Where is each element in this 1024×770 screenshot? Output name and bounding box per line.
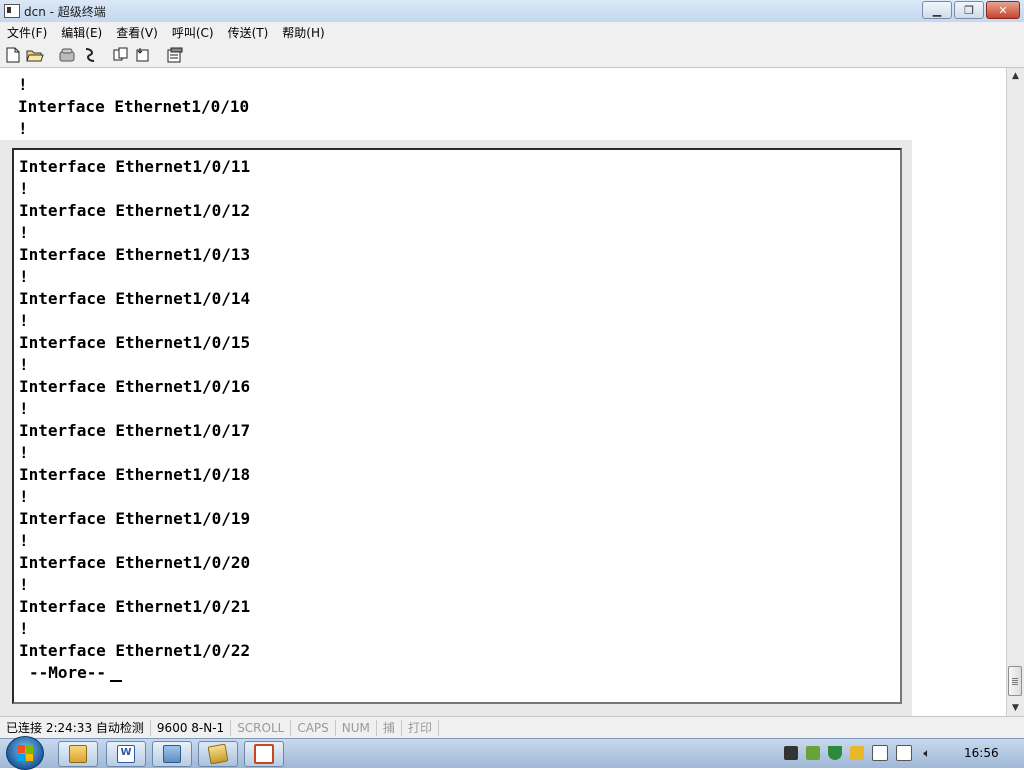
- scroll-up-icon[interactable]: ▲: [1007, 68, 1024, 84]
- menu-edit[interactable]: 编辑(E): [54, 24, 109, 41]
- menu-bar: 文件(F) 编辑(E) 查看(V) 呼叫(C) 传送(T) 帮助(H): [0, 22, 1024, 42]
- taskbar-explorer[interactable]: [58, 741, 98, 767]
- terminal-line: Interface Ethernet1/0/19: [19, 509, 251, 528]
- taskbar-files[interactable]: [152, 741, 192, 767]
- terminal-line: Interface Ethernet1/0/21: [19, 597, 251, 616]
- terminal-line: !: [19, 399, 29, 418]
- restore-button[interactable]: ❐: [954, 1, 984, 19]
- vertical-scrollbar[interactable]: ▲ ▼: [1006, 68, 1024, 716]
- menu-help[interactable]: 帮助(H): [275, 24, 331, 41]
- terminal-line: !: [19, 179, 29, 198]
- scroll-thumb[interactable]: [1008, 666, 1022, 696]
- terminal-output: Interface Ethernet1/0/11! Interface Ether…: [19, 156, 250, 684]
- menu-view[interactable]: 查看(V): [109, 24, 165, 41]
- minimize-button[interactable]: ▁: [922, 1, 952, 19]
- properties-icon[interactable]: [166, 46, 184, 64]
- hyperterminal-task-icon: [207, 743, 229, 765]
- status-baud: 9600 8-N-1: [151, 719, 232, 736]
- taskbar-hyperterminal[interactable]: [198, 741, 238, 767]
- minimize-icon: ▁: [932, 3, 942, 17]
- toolbar: [0, 42, 1024, 68]
- terminal-line: !: [18, 75, 28, 94]
- detect-mode: 自动检测: [95, 720, 144, 735]
- close-icon: ✕: [998, 3, 1008, 17]
- terminal-line: !: [19, 355, 29, 374]
- terminal-line: !: [19, 311, 29, 330]
- word-icon: W: [117, 745, 135, 763]
- terminal-line: !: [19, 531, 29, 550]
- menu-call[interactable]: 呼叫(C): [165, 24, 221, 41]
- taskbar-presentation[interactable]: [244, 741, 284, 767]
- hyperterminal-icon[interactable]: [4, 4, 20, 18]
- status-scroll: SCROLL: [231, 719, 292, 736]
- system-tray: 🔈︎: [784, 745, 934, 761]
- terminal-line: Interface Ethernet1/0/14: [19, 289, 251, 308]
- status-num: NUM: [336, 719, 377, 736]
- status-connection: 已连接 2:24:33 自动检测: [0, 719, 151, 736]
- terminal-line: Interface Ethernet1/0/13: [19, 245, 251, 264]
- file-cabinet-icon: [163, 745, 181, 763]
- new-file-icon[interactable]: [4, 46, 22, 64]
- restore-icon: ❐: [964, 3, 974, 17]
- more-prompt: --More--: [19, 662, 250, 684]
- taskbar: W 🔈︎ 16:56: [0, 736, 1024, 770]
- status-caps: CAPS: [291, 719, 336, 736]
- call-icon[interactable]: [58, 46, 76, 64]
- terminal-line: Interface Ethernet1/0/22: [19, 641, 251, 660]
- terminal-line: Interface Ethernet1/0/16: [19, 377, 251, 396]
- terminal-line: Interface Ethernet1/0/15: [19, 333, 251, 352]
- receive-icon[interactable]: [134, 46, 152, 64]
- flag-icon[interactable]: [872, 745, 888, 761]
- terminal-line: Interface Ethernet1/0/12: [19, 201, 251, 220]
- terminal-line: !: [19, 223, 29, 242]
- taskbar-word[interactable]: W: [106, 741, 146, 767]
- terminal-line: !: [19, 619, 29, 638]
- close-button[interactable]: ✕: [986, 1, 1020, 19]
- send-icon[interactable]: [112, 46, 130, 64]
- terminal-area[interactable]: ! Interface Ethernet1/0/10! Interface Eth…: [0, 68, 1006, 716]
- more-prompt-text: --More--: [29, 663, 107, 682]
- status-capture: 捕: [377, 719, 402, 736]
- film-icon[interactable]: [784, 746, 798, 760]
- title-bar[interactable]: dcn - 超级终端 ▁ ❐ ✕: [0, 0, 1024, 23]
- menu-transfer[interactable]: 传送(T): [221, 24, 276, 41]
- menu-file[interactable]: 文件(F): [0, 24, 54, 41]
- terminal-screen[interactable]: Interface Ethernet1/0/11! Interface Ether…: [12, 148, 902, 704]
- terminal-line: !: [19, 575, 29, 594]
- terminal-line: Interface Ethernet1/0/18: [19, 465, 251, 484]
- terminal-line: Interface Ethernet1/0/11: [19, 157, 251, 176]
- folder-icon: [69, 745, 87, 763]
- terminal-line: !: [18, 119, 28, 138]
- security-icon[interactable]: [850, 746, 864, 760]
- text-cursor: [110, 680, 123, 682]
- terminal-line: Interface Ethernet1/0/20: [19, 553, 251, 572]
- terminal-line: !: [19, 487, 29, 506]
- shield-icon[interactable]: [828, 746, 842, 760]
- volume-icon[interactable]: 🔈︎: [920, 746, 934, 760]
- open-folder-icon[interactable]: [26, 46, 44, 64]
- windows-logo-icon: [17, 745, 33, 761]
- scroll-down-icon[interactable]: ▼: [1007, 700, 1024, 716]
- clock[interactable]: 16:56: [964, 746, 999, 760]
- connection-time: 已连接 2:24:33: [6, 720, 93, 735]
- window-controls: ▁ ❐ ✕: [922, 1, 1020, 19]
- terminal-line: !: [19, 443, 29, 462]
- terminal-line: Interface Ethernet1/0/10: [18, 97, 250, 116]
- status-print: 打印: [402, 719, 439, 736]
- presentation-icon: [254, 744, 274, 764]
- network-icon[interactable]: [896, 745, 912, 761]
- window-title: dcn - 超级终端: [24, 5, 106, 19]
- terminal-line: !: [19, 267, 29, 286]
- nvidia-icon[interactable]: [806, 746, 820, 760]
- terminal-line: Interface Ethernet1/0/17: [19, 421, 251, 440]
- disconnect-icon[interactable]: [80, 46, 98, 64]
- status-bar: 已连接 2:24:33 自动检测 9600 8-N-1 SCROLL CAPS …: [0, 716, 1024, 738]
- terminal-history: ! Interface Ethernet1/0/10!: [18, 74, 249, 140]
- start-button[interactable]: [6, 736, 44, 770]
